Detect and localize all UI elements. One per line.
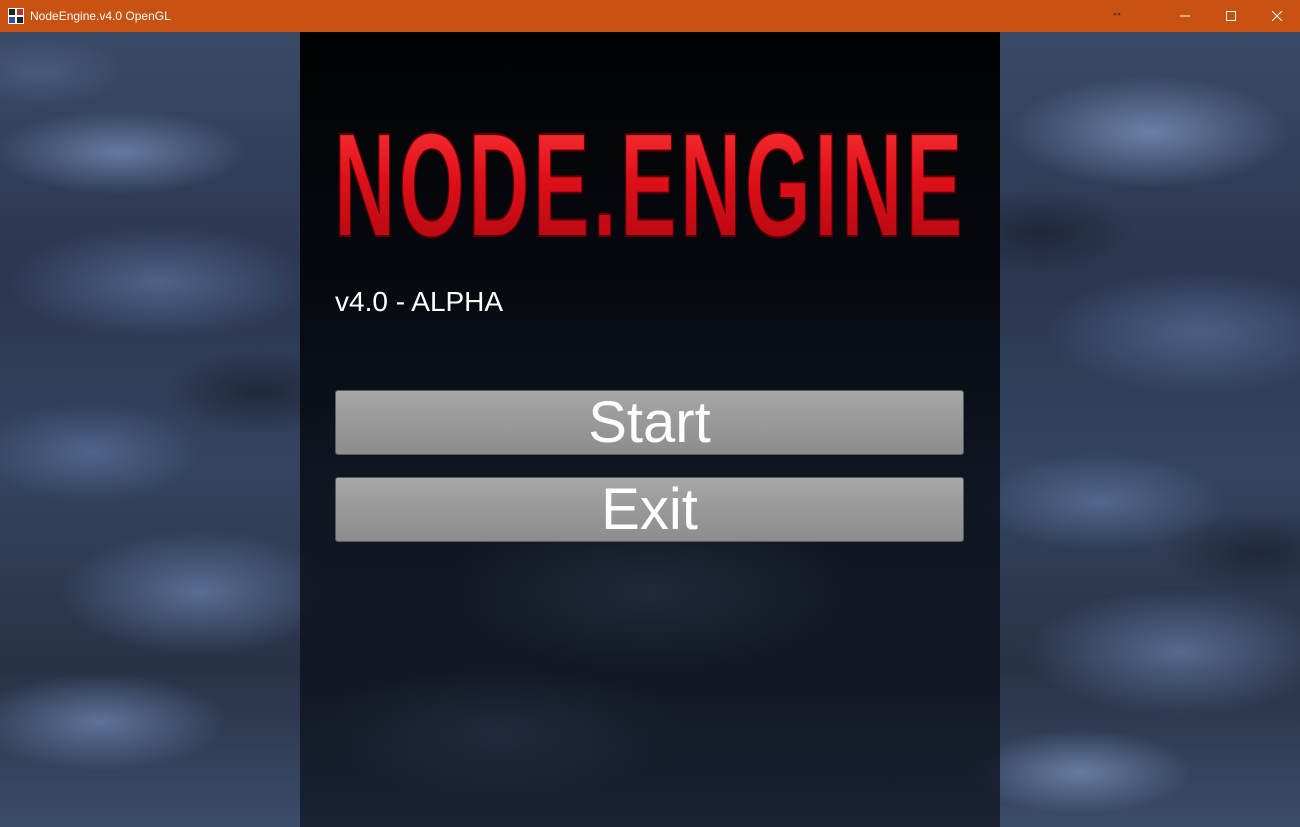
- app-icon: [8, 8, 24, 24]
- game-logo: NODE.ENGINE: [333, 126, 966, 244]
- exit-button[interactable]: Exit: [335, 477, 964, 542]
- close-button[interactable]: [1254, 0, 1300, 32]
- version-label: v4.0 - ALPHA: [335, 286, 504, 317]
- minimize-button[interactable]: [1162, 0, 1208, 32]
- app-window: NodeEngine.v4.0 OpenGL ↔ NODE.ENGINE v4.…: [0, 0, 1300, 827]
- title-bar[interactable]: NodeEngine.v4.0 OpenGL ↔: [0, 0, 1300, 32]
- start-button[interactable]: Start: [335, 390, 964, 455]
- main-menu-panel: NODE.ENGINE v4.0 - ALPHA Start Exit: [300, 32, 1000, 827]
- maximize-icon: [1226, 11, 1236, 21]
- resize-arrows-icon: ↔: [1111, 5, 1123, 19]
- maximize-button[interactable]: [1208, 0, 1254, 32]
- minimize-icon: [1180, 15, 1190, 17]
- game-viewport: NODE.ENGINE v4.0 - ALPHA Start Exit: [0, 32, 1300, 827]
- window-title: NodeEngine.v4.0 OpenGL: [30, 9, 171, 23]
- logo-text: NODE.ENGINE: [334, 126, 966, 244]
- close-icon: [1272, 11, 1282, 21]
